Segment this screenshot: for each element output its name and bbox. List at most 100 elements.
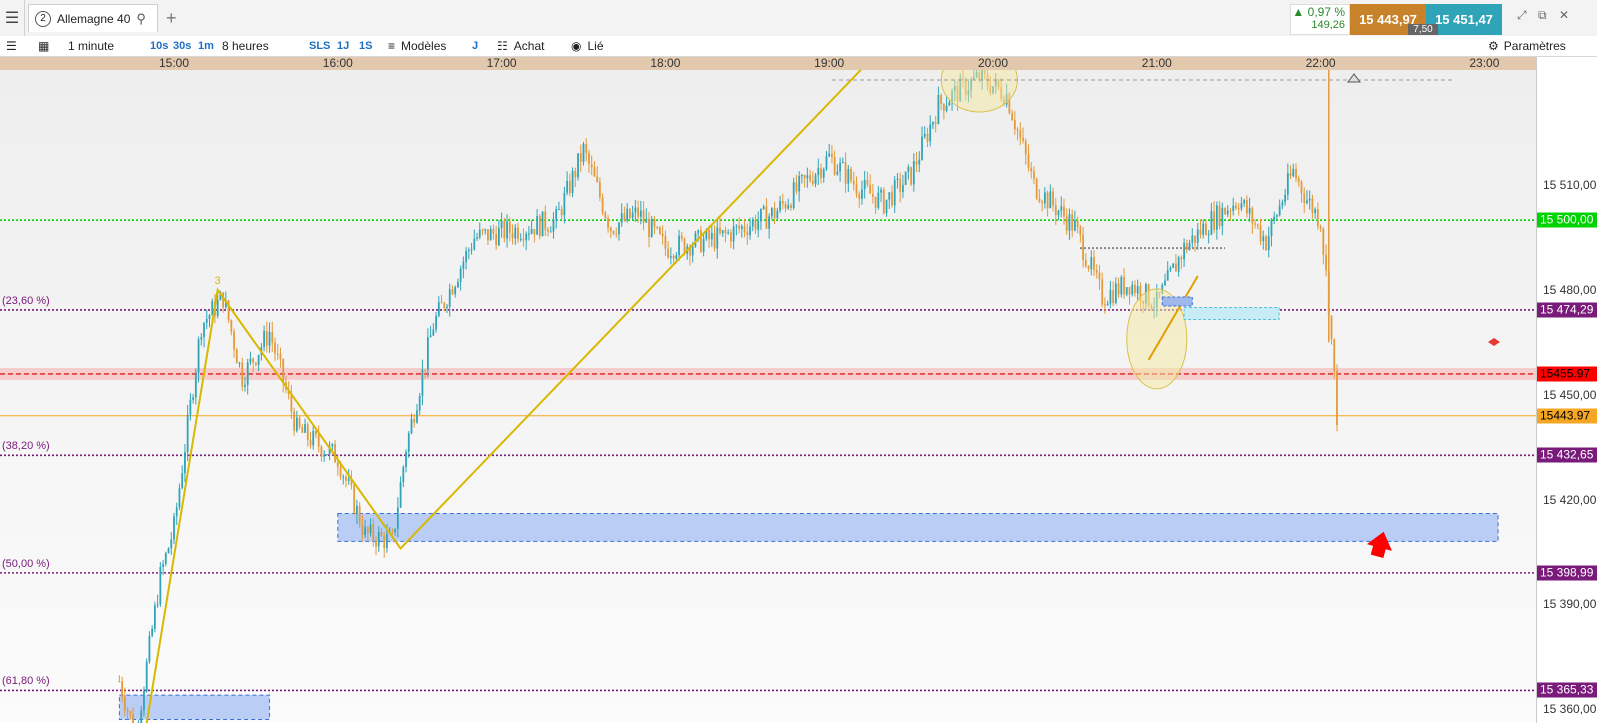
candle-body <box>1052 191 1054 206</box>
candle-body <box>396 507 399 529</box>
candle-body <box>186 414 189 453</box>
chart-area[interactable]: 3 (23,60 %) (38,20 %) (50,00 %) (61,80 %) 🡅 <box>0 70 1536 723</box>
candle-body <box>790 205 792 208</box>
candle-body <box>568 180 571 194</box>
candle-body <box>1033 171 1035 179</box>
plus-icon[interactable]: + <box>166 8 177 29</box>
candle-body <box>1289 173 1292 177</box>
eye-icon: ◉ <box>571 39 582 53</box>
candle-body <box>508 221 511 233</box>
candle-body <box>552 219 555 232</box>
j-button[interactable]: J <box>472 36 478 56</box>
candle-body <box>604 212 607 219</box>
candle-body <box>274 342 276 354</box>
range-1j[interactable]: 1J <box>337 36 349 56</box>
layout-grid-icon[interactable]: ▦ <box>38 36 49 56</box>
candle-body <box>1016 129 1019 131</box>
candle-body <box>555 209 558 220</box>
interval-30s[interactable]: 30s <box>173 36 191 56</box>
candle-body <box>858 194 861 199</box>
candle-body <box>1237 208 1240 210</box>
candle-body <box>263 331 265 347</box>
candle-body <box>402 466 405 483</box>
candle-body <box>1060 206 1063 211</box>
candle-body <box>459 268 462 283</box>
candle-body <box>429 335 432 338</box>
candle-body <box>538 216 541 237</box>
close-icon[interactable]: ✕ <box>1559 8 1569 22</box>
ask-price: 15 451,47 <box>1435 12 1493 27</box>
candle-body <box>574 170 577 178</box>
popout-icon[interactable]: ⧉ <box>1538 8 1547 23</box>
candle-body <box>1120 277 1123 295</box>
candle-body <box>1232 205 1235 212</box>
candle-body <box>1306 200 1308 203</box>
interval-10s[interactable]: 10s <box>150 36 168 56</box>
range-sls[interactable]: SLS <box>309 36 330 56</box>
buy-button[interactable]: ☷ Achat <box>497 36 544 56</box>
interval-select[interactable]: 1 minute <box>68 36 114 56</box>
candle-body <box>882 189 885 214</box>
linked-button[interactable]: ◉ Lié <box>571 36 604 56</box>
candle-body <box>1336 370 1338 426</box>
candle-body <box>375 540 377 547</box>
candle-body <box>751 219 754 227</box>
settings-button[interactable]: ⚙ Paramètres <box>1488 36 1566 56</box>
candle-body <box>1013 120 1016 130</box>
candle-body <box>912 161 915 185</box>
candle-body <box>1011 113 1014 121</box>
candle-body <box>151 628 154 636</box>
candle-body <box>1284 194 1287 203</box>
candle-body <box>386 533 388 549</box>
candle-body <box>1172 263 1175 268</box>
candle-body <box>1191 235 1194 243</box>
candle-body <box>339 466 342 477</box>
chart-background <box>0 70 1536 723</box>
candle-body <box>503 220 506 239</box>
candle-body <box>899 178 902 192</box>
hamburger-menu-icon[interactable]: ☰ <box>0 0 25 36</box>
templates-button[interactable]: ≡ Modèles <box>388 36 446 56</box>
search-icon[interactable]: ⚲ <box>136 11 146 27</box>
candle-body <box>369 524 372 534</box>
candle-body <box>541 211 544 237</box>
candle-body <box>476 237 478 239</box>
candle-body <box>629 208 631 218</box>
candle-body <box>836 171 839 175</box>
candle-body <box>716 227 719 249</box>
candle-body <box>470 249 473 251</box>
candle-body <box>596 176 599 182</box>
candle-body <box>847 168 850 184</box>
candle-body <box>653 218 656 228</box>
candle-body <box>235 349 238 364</box>
up-arrow-icon: ▲ <box>1292 5 1305 19</box>
candle-body <box>607 218 609 228</box>
candle-body <box>347 478 350 481</box>
candle-body <box>175 507 178 517</box>
interval-1m[interactable]: 1m <box>198 36 214 56</box>
candle-body <box>732 226 735 242</box>
range-1s[interactable]: 1S <box>359 36 372 56</box>
candle-body <box>1267 236 1270 250</box>
candle-body <box>656 227 659 229</box>
expand-icon[interactable]: ⤢ <box>1517 8 1527 23</box>
tab-allemagne-40[interactable]: 2 Allemagne 40 ⚲ <box>28 4 158 32</box>
candle-body <box>1229 210 1232 212</box>
fib-label-4: (38,20 %) <box>2 440 50 453</box>
candle-body <box>549 231 552 233</box>
candle-body <box>678 235 680 256</box>
list-icon[interactable]: ☰ <box>6 36 17 56</box>
candle-body <box>446 306 448 308</box>
candle-body <box>639 210 642 217</box>
range-select[interactable]: 8 heures <box>222 36 269 56</box>
candle-body <box>869 184 872 194</box>
candle-body <box>1038 198 1041 202</box>
candle-body <box>265 331 268 346</box>
candle-body <box>140 710 143 723</box>
candle-body <box>1240 203 1243 209</box>
candle-body <box>582 143 585 162</box>
candle-body <box>377 531 380 547</box>
candle-body <box>487 229 489 241</box>
candle-body <box>675 255 678 259</box>
candle-body <box>680 235 683 239</box>
